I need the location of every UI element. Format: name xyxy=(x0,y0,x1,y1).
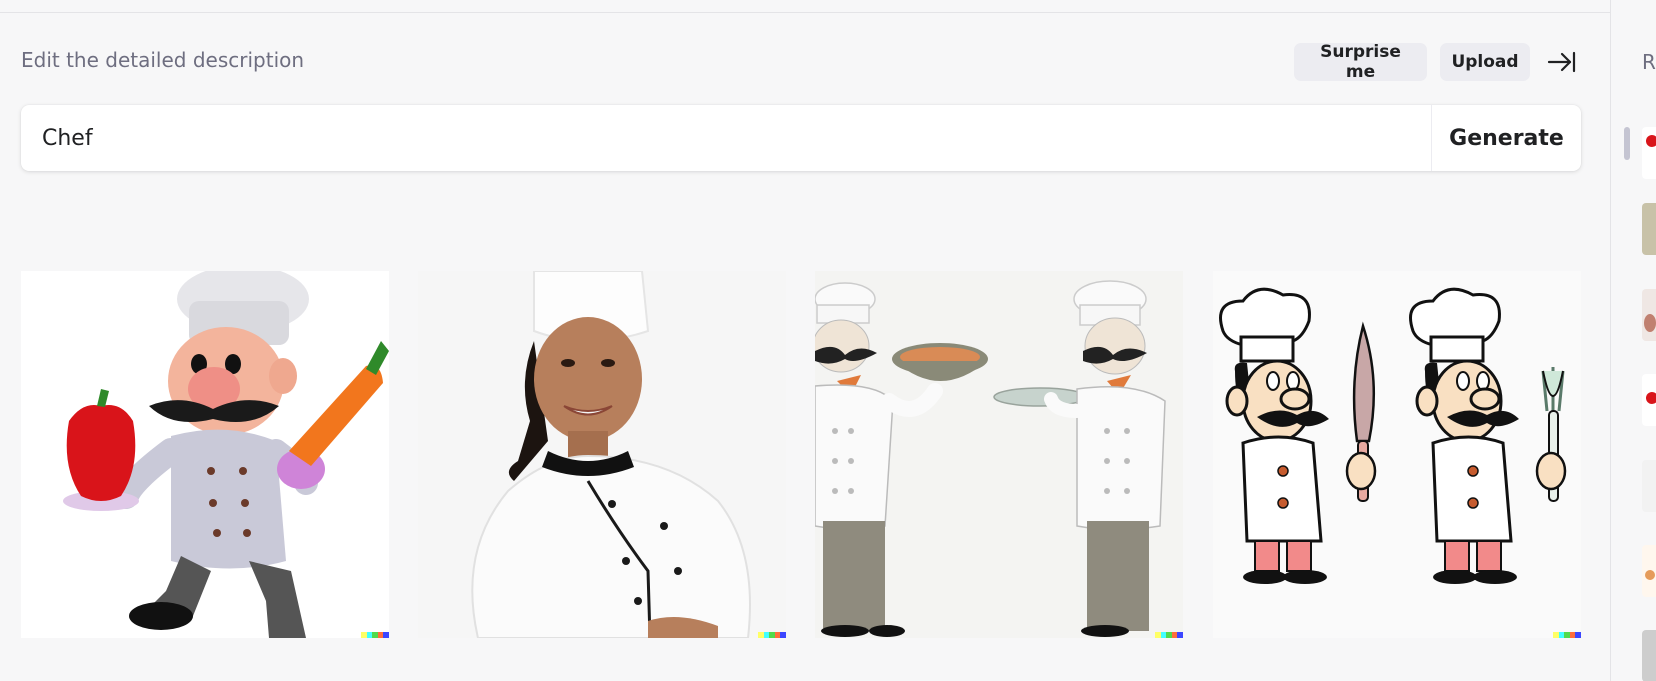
history-thumbnail[interactable] xyxy=(1642,374,1656,426)
history-sidebar: R xyxy=(1610,0,1656,681)
collapse-sidebar-icon[interactable] xyxy=(1546,49,1576,75)
history-thumbnail[interactable] xyxy=(1642,203,1656,255)
prompt-bar: Generate xyxy=(21,105,1581,171)
cartoon-chefs xyxy=(1213,271,1581,638)
signature-strip xyxy=(1155,632,1183,638)
signature-strip xyxy=(1553,632,1581,638)
history-thumbnail[interactable] xyxy=(1642,545,1656,597)
result-image-4[interactable] xyxy=(1213,271,1581,638)
woman-chef-photo xyxy=(418,271,786,638)
result-image-3[interactable] xyxy=(815,271,1183,638)
main-panel: Edit the detailed description Surprise m… xyxy=(0,0,1610,681)
signature-strip xyxy=(758,632,786,638)
upload-button[interactable]: Upload xyxy=(1440,43,1530,81)
description-label: Edit the detailed description xyxy=(21,48,305,72)
chef-3d-illustration xyxy=(21,271,389,638)
result-image-1[interactable] xyxy=(21,271,389,638)
history-thumbnail[interactable] xyxy=(1642,289,1656,341)
signature-strip xyxy=(361,632,389,638)
history-thumbnail[interactable] xyxy=(1642,127,1656,179)
history-thumbnail[interactable] xyxy=(1642,630,1656,681)
generate-button[interactable]: Generate xyxy=(1432,105,1581,171)
history-thumbnail[interactable] xyxy=(1642,460,1656,512)
surprise-me-button[interactable]: Surprise me xyxy=(1294,42,1427,82)
illustrated-chefs xyxy=(815,271,1183,638)
sidebar-title: R xyxy=(1642,50,1656,74)
prompt-input[interactable] xyxy=(21,105,1431,171)
sidebar-scrollbar[interactable] xyxy=(1624,127,1630,160)
result-image-2[interactable] xyxy=(418,271,786,638)
